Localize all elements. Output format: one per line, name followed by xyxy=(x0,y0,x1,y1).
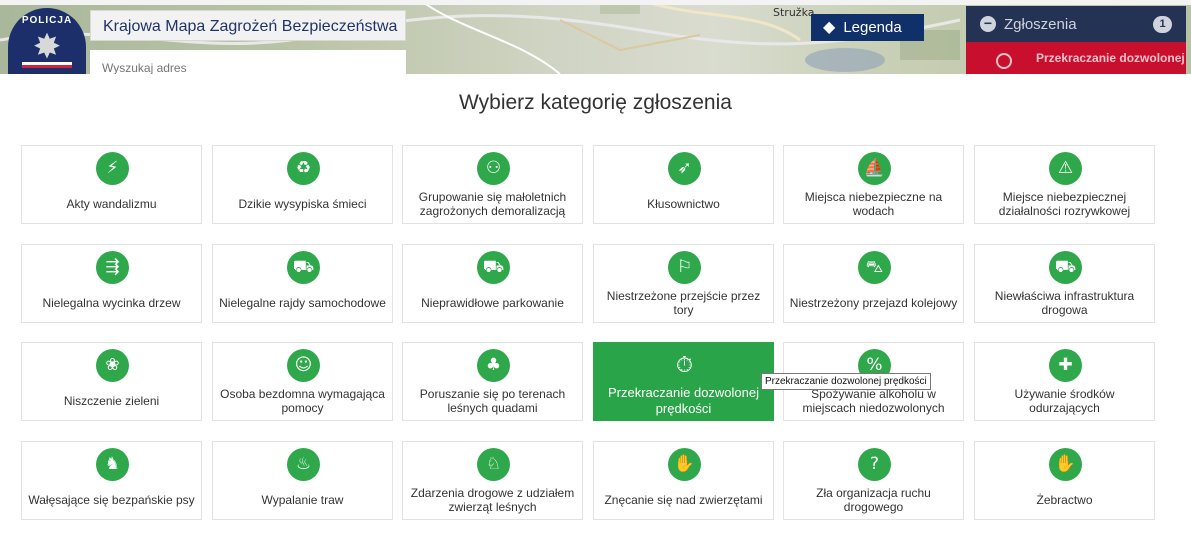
category-label: Osoba bezdomna wymagająca pomocy xyxy=(220,387,385,415)
category-label: Miejsca niebezpieczne na wodach xyxy=(804,190,943,218)
category-label: Niszczenie zieleni xyxy=(63,394,160,408)
car-race-icon: ⛟ xyxy=(287,251,320,284)
category-label: Wypalanie traw xyxy=(261,493,344,507)
browser-toolbar-edge xyxy=(0,0,1191,5)
layers-icon: ◆ xyxy=(823,18,836,36)
category-card[interactable]: ⚇ Grupowanie się małoletnich zagrożonych … xyxy=(402,145,583,224)
tree-cutting-icon: ⇶ xyxy=(96,251,129,284)
category-card[interactable]: ♞ Wałęsające się bezpańskie psy xyxy=(21,441,202,520)
category-card[interactable]: ♣ Poruszanie się po terenach leśnych quad… xyxy=(402,342,583,421)
quad-icon: ♣ xyxy=(477,349,510,382)
category-card[interactable]: ♘ Zdarzenia drogowe z udziałem zwierząt l… xyxy=(402,441,583,520)
app-root: Stružka POLICJA ✸ Krajowa Mapa Zagrożeń … xyxy=(0,0,1191,540)
category-card[interactable]: ♻ Dzikie wysypiska śmieci xyxy=(212,145,393,224)
animal-abuse-icon: ✋ xyxy=(668,448,701,481)
report-list-item[interactable]: Przekraczanie dozwolonej xyxy=(966,42,1186,74)
category-card[interactable]: ⚐ Niestrzeżone przejście przez tory xyxy=(593,244,774,323)
category-modal: Wybierz kategorię zgłoszenia ⚡ Akty wanda… xyxy=(0,74,1191,540)
drugs-icon: ✚ xyxy=(1049,349,1082,382)
category-card[interactable]: ➶ Kłusownictwo xyxy=(593,145,774,224)
greenery-icon: ❀ xyxy=(96,349,129,382)
deer-icon: ♘ xyxy=(477,448,510,481)
vandalism-icon: ⚡ xyxy=(96,152,129,185)
address-search-input[interactable] xyxy=(90,50,406,74)
category-label: Nieprawidłowe parkowanie xyxy=(421,296,564,310)
category-card[interactable]: ⛵ Miejsca niebezpieczne na wodach xyxy=(783,145,964,224)
traffic-icon: ? xyxy=(858,448,891,481)
map-view[interactable]: Stružka POLICJA ✸ Krajowa Mapa Zagrożeń … xyxy=(0,0,1191,74)
homeless-icon: ☺ xyxy=(287,349,320,382)
category-card[interactable]: ⛟ Nieprawidłowe parkowanie xyxy=(402,244,583,323)
app-title-light: Krajowa Mapa xyxy=(103,18,206,35)
category-card[interactable]: ♨ Wypalanie traw xyxy=(212,441,393,520)
category-card[interactable]: ❀ Niszczenie zieleni xyxy=(21,342,202,421)
rail-crossing-icon: ⚐ xyxy=(668,251,701,284)
category-label: Poruszanie się po terenach leśnych quada… xyxy=(419,387,566,415)
category-card[interactable]: ? Zła organizacja ruchu drogowego xyxy=(783,441,964,520)
flag-stripe xyxy=(22,62,72,68)
map-place-label: Stružka xyxy=(773,6,815,19)
category-card[interactable]: ⛍ Niestrzeżony przejazd kolejowy xyxy=(783,244,964,323)
group-icon: ⚇ xyxy=(477,152,510,185)
poaching-icon: ➶ xyxy=(668,152,701,185)
report-item-label: Przekraczanie dozwolonej xyxy=(1036,51,1185,65)
category-label: Miejsce niebezpiecznej działalności rozr… xyxy=(998,190,1131,218)
logo-text: POLICJA xyxy=(21,15,73,26)
category-label: Nielegalne rajdy samochodowe xyxy=(219,296,386,310)
eagle-star-icon: ✸ xyxy=(32,28,62,66)
category-card[interactable]: ⏱ Przekraczanie dozwolonej prędkości xyxy=(593,342,774,421)
category-card[interactable]: ⚠ Miejsce niebezpiecznej działalności roz… xyxy=(974,145,1155,224)
category-card[interactable]: ✋ Żebractwo xyxy=(974,441,1155,520)
category-label: Zdarzenia drogowe z udziałem zwierząt le… xyxy=(410,486,575,514)
road-infra-icon: ⛟ xyxy=(1049,251,1082,284)
category-label: Wałęsające się bezpańskie psy xyxy=(28,493,195,507)
category-label: Znęcanie się nad zwierzętami xyxy=(604,493,763,507)
category-label: Niewłaściwa infrastruktura drogowa xyxy=(994,289,1135,317)
legend-button[interactable]: ◆ Legenda xyxy=(811,14,924,41)
category-card[interactable]: ✋ Znęcanie się nad zwierzętami xyxy=(593,441,774,520)
app-title-strong: Zagrożeń Bezpieczeństwa xyxy=(209,18,398,35)
category-label: Żebractwo xyxy=(1036,493,1093,507)
trash-icon: ♻ xyxy=(287,152,320,185)
collapse-icon[interactable]: − xyxy=(980,16,996,32)
reports-count-badge: 1 xyxy=(1153,16,1172,33)
train-icon: ⛍ xyxy=(858,251,891,284)
category-label: Używanie środków odurzających xyxy=(1014,387,1115,415)
category-label: Zła organizacja ruchu drogowego xyxy=(816,486,931,514)
tooltip: Przekraczanie dozwolonej prędkości xyxy=(761,373,931,390)
category-label: Niestrzeżony przejazd kolejowy xyxy=(789,296,958,310)
category-card[interactable]: ⇶ Nielegalna wycinka drzew xyxy=(21,244,202,323)
category-card[interactable]: ⛟ Nielegalne rajdy samochodowe xyxy=(212,244,393,323)
modal-title: Wybierz kategorię zgłoszenia xyxy=(459,91,732,114)
category-label: Akty wandalizmu xyxy=(66,197,157,211)
category-card[interactable]: ⛟ Niewłaściwa infrastruktura drogowa xyxy=(974,244,1155,323)
category-card[interactable]: ☺ Osoba bezdomna wymagająca pomocy xyxy=(212,342,393,421)
speedometer-icon: ⏱ xyxy=(675,353,694,378)
begging-icon: ✋ xyxy=(1049,448,1082,481)
category-label: Przekraczanie dozwolonej prędkości xyxy=(607,385,760,416)
reports-panel-header[interactable]: − Zgłoszenia 1 xyxy=(966,6,1186,42)
category-label: Niestrzeżone przejście przez tory xyxy=(606,289,761,317)
category-label: Grupowanie się małoletnich zagrożonych d… xyxy=(418,190,567,218)
category-label: Dzikie wysypiska śmieci xyxy=(238,197,367,211)
category-card[interactable]: ✚ Używanie środków odurzających xyxy=(974,342,1155,421)
app-title: Krajowa Mapa Zagrożeń Bezpieczeństwa xyxy=(90,10,406,41)
water-danger-icon: ⛵ xyxy=(858,152,891,185)
category-label: Nielegalna wycinka drzew xyxy=(42,296,181,310)
warning-icon: ⚠ xyxy=(1049,152,1082,185)
speedometer-icon xyxy=(996,53,1012,69)
dog-icon: ♞ xyxy=(96,448,129,481)
fire-icon: ♨ xyxy=(287,448,320,481)
legend-label: Legenda xyxy=(843,19,902,36)
parking-icon: ⛟ xyxy=(477,251,510,284)
reports-title: Zgłoszenia xyxy=(1004,15,1077,33)
police-logo[interactable]: POLICJA ✸ xyxy=(8,8,86,74)
category-label: Kłusownictwo xyxy=(647,197,720,211)
category-card[interactable]: ⚡ Akty wandalizmu xyxy=(21,145,202,224)
